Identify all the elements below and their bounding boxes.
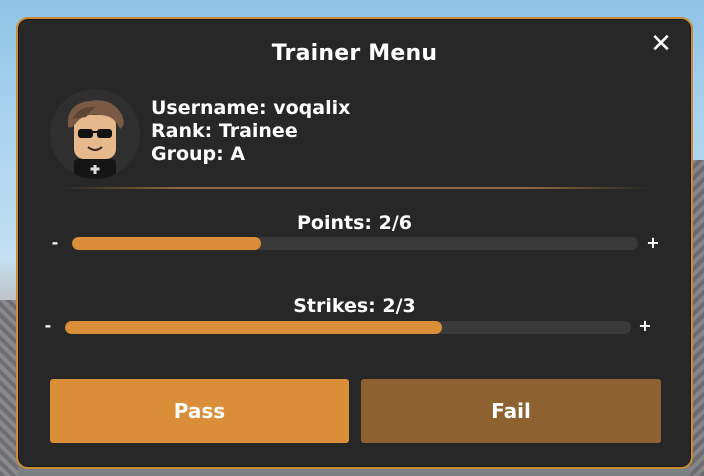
points-progress-fill xyxy=(72,237,261,250)
username-text: Username: voqalix xyxy=(151,97,351,119)
trainer-menu-panel: Trainer Menu ✕ Username: voqalix Rank: T… xyxy=(16,17,693,469)
points-progress-bar xyxy=(72,237,638,250)
group-text: Group: A xyxy=(151,143,246,165)
fail-button[interactable]: Fail xyxy=(361,379,661,443)
fail-button-label: Fail xyxy=(491,399,531,423)
close-icon: ✕ xyxy=(650,29,672,59)
strikes-progress-fill xyxy=(65,321,443,334)
rank-text: Rank: Trainee xyxy=(151,120,298,142)
points-label: Points: 2/6 xyxy=(296,212,412,234)
pass-button-label: Pass xyxy=(173,399,226,423)
strikes-progress-bar xyxy=(65,321,631,334)
section-divider xyxy=(60,187,650,189)
strikes-label: Strikes: 2/3 xyxy=(293,295,416,317)
close-button[interactable]: ✕ xyxy=(649,29,673,59)
points-decrement-button[interactable]: - xyxy=(48,235,62,251)
strikes-decrement-button[interactable]: - xyxy=(41,318,55,334)
menu-title: Trainer Menu xyxy=(271,41,438,66)
avatar-image xyxy=(50,89,140,179)
user-info: Username: voqalix Rank: Trainee Group: A xyxy=(151,97,350,166)
strikes-increment-button[interactable]: + xyxy=(638,318,652,334)
avatar xyxy=(50,89,140,179)
pass-button[interactable]: Pass xyxy=(50,379,349,443)
points-increment-button[interactable]: + xyxy=(646,235,660,251)
